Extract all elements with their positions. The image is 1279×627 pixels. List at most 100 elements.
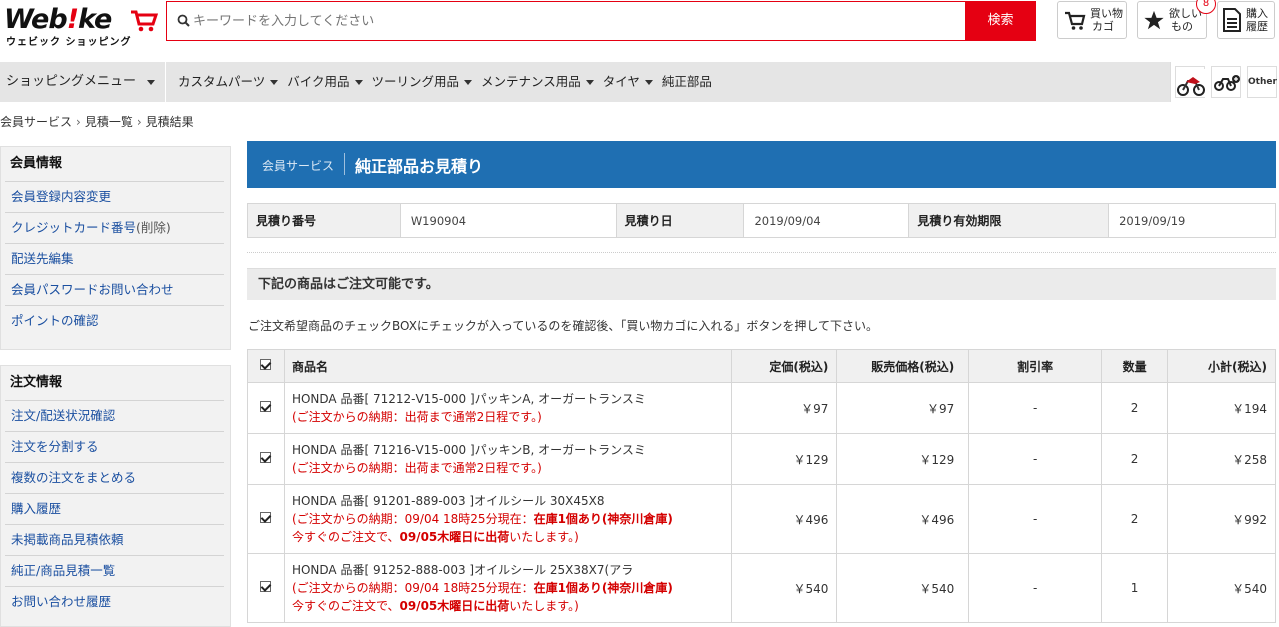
sidebar-section-title: 会員情報 — [10, 156, 63, 171]
other-bike-button[interactable]: Other — [1247, 66, 1277, 98]
chevron-down-icon — [354, 80, 363, 85]
breadcrumb-separator: › — [136, 115, 142, 129]
nav-categories: カスタムパーツ バイク用品 ツーリング用品 メンテナンス用品 タイヤ 純正部品 — [178, 62, 717, 102]
subtotal: ￥258 — [1167, 433, 1276, 485]
sidebar-item-purchase-history[interactable]: 購入履歴 — [5, 493, 224, 524]
wishlist-count-badge: 8 — [1196, 0, 1216, 14]
cart-label-2: カゴ — [1092, 20, 1114, 33]
sale-price: ￥496 — [836, 484, 970, 554]
row-checkbox[interactable] — [247, 553, 285, 623]
wishlist-label-2: もの — [1171, 20, 1193, 33]
breadcrumb-item-current: 見積結果 — [145, 115, 194, 129]
page-title-bar: 会員サービス 純正部品お見積り — [247, 141, 1276, 188]
sidebar-item-quote-list[interactable]: 純正/商品見積一覧 — [5, 555, 224, 586]
row-checkbox[interactable] — [247, 484, 285, 554]
chevron-down-icon — [464, 80, 473, 85]
product-name-cell: HONDA 品番[ 71216-V15-000 ]パッキンB, オーガートランス… — [283, 433, 733, 485]
chevron-down-icon — [644, 80, 653, 85]
shopping-menu-dropdown[interactable]: ショッピングメニュー — [0, 62, 166, 102]
list-price: ￥129 — [731, 433, 838, 485]
product-name[interactable]: HONDA 品番[ 71216-V15-000 ]パッキンB, オーガートランス… — [292, 441, 732, 459]
quantity: 2 — [1101, 433, 1169, 485]
table-header-row: 商品名 定価(税込) 販売価格(税込) 割引率 数量 小計(税込) — [247, 349, 1276, 383]
sidebar-order-info: 注文情報 注文/配送状況確認 注文を分割する 複数の注文をまとめる 購入履歴 未… — [0, 365, 231, 627]
product-name-cell: HONDA 品番[ 91252-888-003 ]オイルシール 25X38X7(… — [283, 553, 733, 623]
delivery-note: (ご注文からの納期：出荷まで通常2日程です。) — [291, 461, 542, 475]
sidebar-item-split-order[interactable]: 注文を分割する — [5, 431, 224, 462]
table-row: HONDA 品番[ 71216-V15-000 ]パッキンB, オーガートランス… — [247, 433, 1276, 485]
product-name[interactable]: HONDA 品番[ 91252-888-003 ]オイルシール 25X38X7(… — [292, 561, 732, 579]
sidebar-item-member-edit[interactable]: 会員登録内容変更 — [5, 181, 224, 212]
delivery-note: (ご注文からの納期：出荷まで通常2日程です。) — [291, 410, 542, 424]
sidebar-item-shipping[interactable]: 配送先編集 — [5, 243, 224, 274]
quantity: 2 — [1101, 484, 1169, 554]
quote-number-value: W190904 — [399, 203, 617, 238]
sale-price: ￥97 — [836, 382, 970, 434]
checkbox-checked-icon — [260, 581, 272, 592]
motorcycle-add-icon — [1214, 75, 1240, 91]
nav-item-custom-parts[interactable]: カスタムパーツ — [178, 74, 279, 89]
discount: - — [968, 382, 1103, 434]
cart-label: 買い物 — [1090, 7, 1123, 20]
chevron-down-icon — [585, 80, 594, 85]
star-icon — [1144, 10, 1164, 30]
shipping-note: 今すぐのご注文で、09/05木曜日に出荷いたします。) — [291, 530, 579, 544]
nav-item-maintenance[interactable]: メンテナンス用品 — [481, 74, 594, 89]
search-box — [166, 1, 966, 41]
checkbox-checked-icon — [260, 512, 272, 523]
sidebar-item-inquiry-history[interactable]: お問い合わせ履歴 — [5, 586, 224, 617]
title-divider — [344, 153, 345, 175]
sidebar-item-merge-orders[interactable]: 複数の注文をまとめる — [5, 462, 224, 493]
col-header-sale-price: 販売価格(税込) — [836, 349, 970, 383]
sidebar-item-points[interactable]: ポイントの確認 — [5, 305, 224, 336]
product-name[interactable]: HONDA 品番[ 91201-889-003 ]オイルシール 30X45X8 — [292, 492, 732, 510]
sidebar-item-password[interactable]: 会員パスワードお問い合わせ — [5, 274, 224, 305]
sidebar-section-title: 注文情報 — [10, 375, 63, 390]
quote-date-label: 見積り日 — [615, 203, 745, 238]
sale-price: ￥129 — [836, 433, 970, 485]
available-heading: 下記の商品はご注文可能です。 — [247, 268, 1276, 300]
main-nav: ショッピングメニュー カスタムパーツ バイク用品 ツーリング用品 メンテナンス用… — [0, 62, 1279, 102]
my-bike-button[interactable] — [1175, 66, 1205, 98]
divider — [247, 252, 1276, 253]
select-all-checkbox[interactable] — [247, 349, 285, 383]
logo-cart-icon — [131, 10, 158, 32]
cart-button[interactable]: 買い物 カゴ — [1057, 1, 1127, 39]
instruction-text: ご注文希望商品のチェックBOXにチェックが入っているのを確認後、「買い物カゴに入… — [248, 319, 878, 333]
col-header-name: 商品名 — [283, 349, 733, 383]
site-logo[interactable]: Web!ke ウェビック ショッピング — [4, 4, 158, 48]
quote-date-value: 2019/09/04 — [743, 203, 910, 238]
nav-item-bike-goods[interactable]: バイク用品 — [287, 74, 363, 89]
sidebar-member-info: 会員情報 会員登録内容変更 クレジットカード番号(削除) 配送先編集 会員パスワ… — [0, 146, 231, 350]
search-input[interactable] — [193, 11, 953, 31]
subtotal: ￥540 — [1167, 553, 1276, 623]
checkbox-checked-icon — [260, 452, 272, 463]
breadcrumb-item[interactable]: 会員サービス — [0, 115, 72, 129]
nav-item-tire[interactable]: タイヤ — [603, 74, 653, 89]
shopping-menu-label: ショッピングメニュー — [6, 74, 137, 89]
sidebar-item-quote-request[interactable]: 未掲載商品見積依頼 — [5, 524, 224, 555]
sidebar-item-credit-card[interactable]: クレジットカード番号(削除) — [5, 212, 224, 243]
page-title: 純正部品お見積り — [355, 157, 484, 176]
discount: - — [968, 484, 1103, 554]
discount: - — [968, 553, 1103, 623]
chevron-down-icon — [270, 80, 279, 85]
sidebar-item-order-status[interactable]: 注文/配送状況確認 — [5, 400, 224, 431]
discount: - — [968, 433, 1103, 485]
list-price: ￥540 — [731, 553, 838, 623]
row-checkbox[interactable] — [247, 433, 285, 485]
add-bike-button[interactable] — [1211, 66, 1241, 98]
product-name[interactable]: HONDA 品番[ 71212-V15-000 ]パッキンA, オーガートランス… — [292, 390, 732, 408]
logo-wordmark: Web!ke — [4, 4, 112, 35]
purchase-history-button[interactable]: 購入 履歴 — [1217, 1, 1275, 39]
nav-item-genuine-parts[interactable]: 純正部品 — [662, 74, 712, 89]
col-header-discount: 割引率 — [968, 349, 1103, 383]
subtotal: ￥992 — [1167, 484, 1276, 554]
breadcrumb-item[interactable]: 見積一覧 — [85, 115, 133, 129]
nav-item-touring[interactable]: ツーリング用品 — [372, 74, 473, 89]
row-checkbox[interactable] — [247, 382, 285, 434]
search-button[interactable]: 検索 — [965, 1, 1036, 41]
quote-info-table: 見積り番号 W190904 見積り日 2019/09/04 見積り有効期限 20… — [247, 203, 1276, 238]
breadcrumb-separator: › — [76, 115, 81, 129]
checkbox-checked-icon — [260, 401, 272, 412]
